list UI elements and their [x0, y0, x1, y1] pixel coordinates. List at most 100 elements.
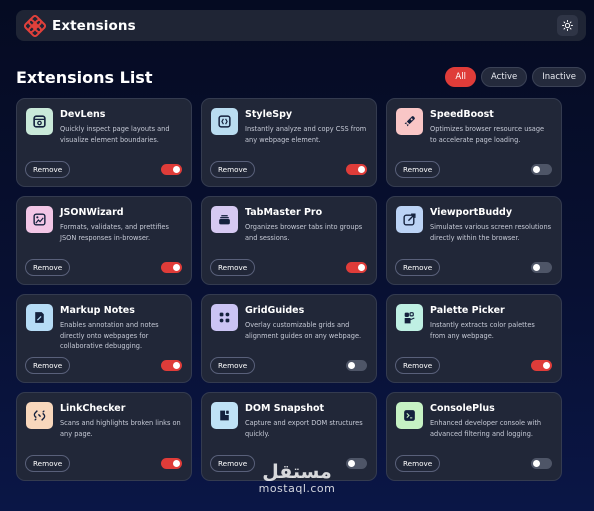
watermark-arabic: مستقل [262, 461, 332, 483]
extension-toggle[interactable] [346, 164, 367, 175]
extension-toggle[interactable] [161, 262, 182, 273]
extension-text: ConsolePlus Enhanced developer console wi… [430, 402, 552, 439]
extension-text: SpeedBoost Optimizes browser resource usa… [430, 108, 552, 145]
sun-icon [562, 20, 573, 31]
extension-card: LinkChecker Scans and highlights broken l… [16, 392, 192, 481]
extension-card-header: GridGuides Overlay customizable grids and… [211, 304, 367, 341]
extension-text: LinkChecker Scans and highlights broken l… [60, 402, 182, 439]
extension-description: Organizes browser tabs into groups and s… [245, 223, 363, 242]
extension-toggle[interactable] [531, 164, 552, 175]
remove-button[interactable]: Remove [210, 357, 256, 374]
extension-description: Formats, validates, and prettifies JSON … [60, 223, 169, 242]
filter-inactive-button[interactable]: Inactive [532, 67, 586, 87]
toggle-knob [173, 362, 180, 369]
extension-card-header: TabMaster Pro Organizes browser tabs into… [211, 206, 367, 243]
list-header: Extensions List All Active Inactive [16, 66, 586, 88]
remove-button[interactable]: Remove [210, 161, 256, 178]
remove-button[interactable]: Remove [25, 161, 71, 178]
watermark-latin: mostaql.com [258, 482, 336, 495]
extension-name: StyleSpy [245, 109, 293, 120]
remove-button[interactable]: Remove [210, 259, 256, 276]
extension-toggle[interactable] [346, 262, 367, 273]
extension-text: GridGuides Overlay customizable grids and… [245, 304, 367, 341]
extensions-grid: DevLens Quickly inspect page layouts and … [16, 98, 586, 481]
toggle-knob [533, 460, 540, 467]
remove-button[interactable]: Remove [25, 357, 71, 374]
extension-card: Markup Notes Enables annotation and notes… [16, 294, 192, 383]
remove-button[interactable]: Remove [395, 455, 441, 472]
image-edit-icon [26, 206, 53, 233]
page-title: Extensions List [16, 67, 153, 87]
extension-card-header: Markup Notes Enables annotation and notes… [26, 304, 182, 352]
extension-description: Overlay customizable grids and alignment… [245, 321, 362, 340]
toggle-knob [358, 264, 365, 271]
extension-text: JSONWizard Formats, validates, and pretti… [60, 206, 182, 243]
extension-name: ViewportBuddy [430, 207, 513, 218]
toggle-knob [543, 362, 550, 369]
brand-name: Extensions [52, 17, 136, 34]
extension-card: SpeedBoost Optimizes browser resource usa… [386, 98, 562, 187]
extension-toggle[interactable] [346, 458, 367, 469]
filter-all-button[interactable]: All [445, 67, 476, 87]
remove-button[interactable]: Remove [395, 259, 441, 276]
extension-text: TabMaster Pro Organizes browser tabs into… [245, 206, 367, 243]
extension-toggle[interactable] [531, 360, 552, 371]
tabs-stack-icon [211, 206, 238, 233]
rocket-icon [396, 108, 423, 135]
extension-name: LinkChecker [60, 403, 126, 414]
extension-description: Quickly inspect page layouts and visuali… [60, 125, 170, 144]
palette-icon [396, 304, 423, 331]
terminal-icon [396, 402, 423, 429]
snapshot-icon [211, 402, 238, 429]
extension-text: StyleSpy Instantly analyze and copy CSS f… [245, 108, 367, 145]
extension-description: Instantly analyze and copy CSS from any … [245, 125, 367, 144]
toggle-knob [173, 166, 180, 173]
mostaql-watermark: مستقل mostaql.com [252, 462, 342, 496]
extension-toggle[interactable] [161, 458, 182, 469]
extension-text: Markup Notes Enables annotation and notes… [60, 304, 182, 352]
extension-card-header: DOM Snapshot Capture and export DOM struc… [211, 402, 367, 439]
extension-card-header: DevLens Quickly inspect page layouts and … [26, 108, 182, 145]
extension-card-header: StyleSpy Instantly analyze and copy CSS f… [211, 108, 367, 145]
toggle-knob [533, 166, 540, 173]
remove-button[interactable]: Remove [25, 259, 71, 276]
extension-toggle[interactable] [346, 360, 367, 371]
remove-button[interactable]: Remove [210, 455, 256, 472]
extension-text: DOM Snapshot Capture and export DOM struc… [245, 402, 367, 439]
extension-text: ViewportBuddy Simulates various screen re… [430, 206, 552, 243]
extension-text: DevLens Quickly inspect page layouts and … [60, 108, 182, 145]
extension-name: Markup Notes [60, 305, 135, 316]
extension-card: ViewportBuddy Simulates various screen re… [386, 196, 562, 285]
extension-description: Optimizes browser resource usage to acce… [430, 125, 545, 144]
extension-card-header: ConsolePlus Enhanced developer console wi… [396, 402, 552, 439]
extension-card: JSONWizard Formats, validates, and pretti… [16, 196, 192, 285]
extension-card: TabMaster Pro Organizes browser tabs into… [201, 196, 377, 285]
filter-active-button[interactable]: Active [480, 67, 528, 87]
resize-arrow-icon [396, 206, 423, 233]
extension-toggle[interactable] [161, 164, 182, 175]
toggle-knob [348, 460, 355, 467]
theme-toggle-button[interactable] [557, 15, 578, 36]
extension-card: Palette Picker Instantly extracts color p… [386, 294, 562, 383]
extension-toggle[interactable] [531, 262, 552, 273]
extension-name: DevLens [60, 109, 106, 120]
toggle-knob [348, 362, 355, 369]
extensions-logo-icon [24, 14, 46, 37]
extension-description: Instantly extracts color palettes from a… [430, 321, 535, 340]
extension-name: Palette Picker [430, 305, 505, 316]
note-pen-icon [26, 304, 53, 331]
code-braces-icon [211, 108, 238, 135]
link-broken-icon [26, 402, 53, 429]
extension-card: GridGuides Overlay customizable grids and… [201, 294, 377, 383]
extension-name: ConsolePlus [430, 403, 495, 414]
remove-button[interactable]: Remove [25, 455, 71, 472]
extension-toggle[interactable] [161, 360, 182, 371]
extension-name: SpeedBoost [430, 109, 494, 120]
top-bar: Extensions [16, 10, 586, 41]
extension-name: JSONWizard [60, 207, 124, 218]
grid-dots-icon [211, 304, 238, 331]
extension-name: DOM Snapshot [245, 403, 325, 414]
remove-button[interactable]: Remove [395, 357, 441, 374]
remove-button[interactable]: Remove [395, 161, 441, 178]
extension-toggle[interactable] [531, 458, 552, 469]
